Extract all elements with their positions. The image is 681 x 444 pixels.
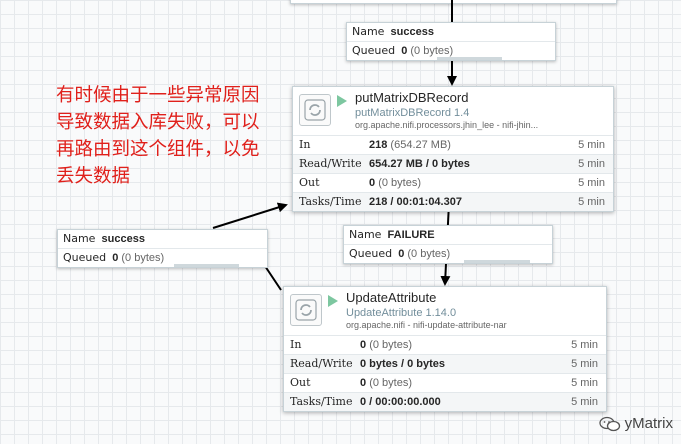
stat-tasks-time: Tasks/Time 218 / 00:01:04.307 5 min [293,192,613,211]
connection-queued-count: 0 [401,45,408,57]
stat-time: 5 min [571,396,598,408]
connection-name-row: Name success [58,230,267,248]
stat-time: 5 min [578,196,605,208]
stat-time: 5 min [578,177,605,189]
stat-in: In 218 (654.27 MB) 5 min [293,135,613,154]
watermark: yMatrix [599,415,673,432]
running-status-icon [328,295,338,307]
processor-header: UpdateAttribute UpdateAttribute 1.14.0 o… [284,287,606,335]
stat-time: 5 min [571,358,598,370]
connection-name-value: success [101,233,145,245]
connection-name-value: success [390,26,434,38]
processor-type: putMatrixDBRecord 1.4 [355,107,470,119]
stat-label: Out [290,376,311,389]
connection-line-loop-out [264,265,282,291]
running-status-icon [337,95,347,107]
processor-icon [299,94,331,126]
stat-value: 218 (654.27 MB) [369,139,451,151]
stat-value: 654.27 MB / 0 bytes [369,158,470,170]
processor-name: UpdateAttribute [346,290,437,305]
gear-icon [295,299,317,321]
annotation-text: 有时候由于一些异常原因 导致数据入库失败，可以 再路由到这个组件，以免 丢失数据 [56,85,260,187]
processor-putmatrixdbrecord[interactable]: putMatrixDBRecord putMatrixDBRecord 1.4 … [292,86,614,212]
connection-label-success-loop[interactable]: Name success Queued 0 (0 bytes) [57,229,268,268]
stat-read-write: Read/Write 0 bytes / 0 bytes 5 min [284,354,606,373]
processor-bundle: org.apache.nifi - nifi-update-attribute-… [346,320,507,330]
gear-icon [304,99,326,121]
processor-updateattribute[interactable]: UpdateAttribute UpdateAttribute 1.14.0 o… [283,286,607,412]
connection-name-label: Name [63,232,96,245]
processor-name: putMatrixDBRecord [355,90,469,105]
stat-tasks-time: Tasks/Time 0 / 00:00:00.000 5 min [284,392,606,411]
stat-time: 5 min [578,139,605,151]
connection-line-loop-in [212,202,288,229]
wechat-icon [599,416,620,431]
connection-label-success-top[interactable]: Name success Queued 0 (0 bytes) [346,22,556,61]
connection-queued-label: Queued [63,251,107,264]
queue-progress-bar [347,57,555,60]
stat-value: 218 / 00:01:04.307 [369,196,462,208]
stat-time: 5 min [578,158,605,170]
stat-value: 0 (0 bytes) [360,377,412,389]
stat-label: Tasks/Time [299,195,362,208]
stat-read-write: Read/Write 654.27 MB / 0 bytes 5 min [293,154,613,173]
connection-queued-label: Queued [349,247,393,260]
stat-in: In 0 (0 bytes) 5 min [284,335,606,354]
connection-queued-count: 0 [112,252,119,264]
stat-value: 0 (0 bytes) [360,339,412,351]
stat-label: In [290,338,302,351]
stat-label: In [299,138,311,151]
stat-value: 0 / 00:00:00.000 [360,396,441,408]
connection-queued-row: Queued 0 (0 bytes) [344,244,552,263]
connection-queued-count: 0 [398,248,405,260]
stat-time: 5 min [571,339,598,351]
processor-type: UpdateAttribute 1.14.0 [346,307,457,319]
watermark-text: yMatrix [624,415,673,432]
stat-time: 5 min [571,377,598,389]
stat-label: Read/Write [290,357,353,370]
stat-value: 0 bytes / 0 bytes [360,358,445,370]
stat-out: Out 0 (0 bytes) 5 min [284,373,606,392]
connection-name-row: Name FAILURE [344,226,552,244]
connection-queued-bytes: (0 bytes) [410,45,454,57]
processor-icon [290,294,322,326]
connection-label-failure[interactable]: Name FAILURE Queued 0 (0 bytes) [343,225,553,264]
queue-progress-bar [344,260,552,263]
stat-value: 0 (0 bytes) [369,177,421,189]
connection-name-value: FAILURE [387,229,435,241]
connection-queued-row: Queued 0 (0 bytes) [58,248,267,267]
processor-bundle: org.apache.nifi.processors.jhin_lee - ni… [355,120,539,130]
stat-label: Read/Write [299,157,362,170]
connection-queued-row: Queued 0 (0 bytes) [347,41,555,60]
connection-name-row: Name success [347,23,555,41]
connection-queued-label: Queued [352,44,396,57]
connection-queued-bytes: (0 bytes) [121,252,165,264]
stat-out: Out 0 (0 bytes) 5 min [293,173,613,192]
connection-name-label: Name [349,228,382,241]
processor-header: putMatrixDBRecord putMatrixDBRecord 1.4 … [293,87,613,135]
stat-label: Tasks/Time [290,395,353,408]
queue-progress-bar [58,264,267,267]
connection-name-label: Name [352,25,385,38]
stat-label: Out [299,176,320,189]
connection-queued-bytes: (0 bytes) [407,248,451,260]
